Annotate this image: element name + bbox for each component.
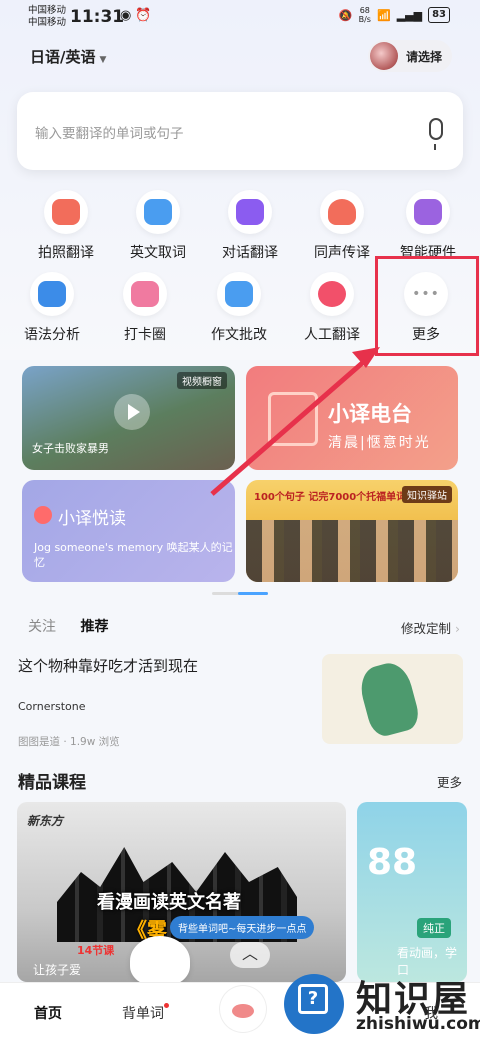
feature-simultaneous[interactable]: 同声传译 [296,190,388,262]
reading-card[interactable]: 小译悦读 Jog someone's memory 唤起某人的记忆 [22,480,235,582]
simultaneous-icon [320,190,364,234]
video-tag: 视频橱窗 [177,372,227,389]
feature-human-translate[interactable]: 人工翻译 [286,272,378,344]
promo-image [246,520,458,582]
signal-icon: ▂▄▆ [396,8,423,22]
feature-photo-translate[interactable]: 拍照翻译 [20,190,112,262]
course-pill: 纯正 [417,918,451,938]
alarm-icon: ⏰ [135,8,156,23]
flame-icon [34,506,52,524]
human-translate-icon [310,272,354,316]
microphone-icon[interactable] [429,118,443,150]
scroll-up-icon[interactable]: ︿ [230,942,270,968]
wifi-icon: 📶 [376,8,391,22]
course-card-2[interactable]: 88 纯正 看动画，学口 [357,802,467,982]
promo-card[interactable]: 100个句子 记完7000个托福单词 知识驿站 [246,480,458,582]
eye-icon: ◉ [120,8,136,23]
language-label: 日语/英语 [30,48,96,66]
user-selector[interactable]: 请选择 [367,40,452,72]
user-label: 请选择 [405,49,442,64]
feature-grammar[interactable]: 语法分析 [6,272,98,344]
courses-more-link[interactable]: 更多 [437,772,462,791]
feature-checkin[interactable]: 打卡圈 [99,272,191,344]
feature-dialog-translate[interactable]: 对话翻译 [204,190,296,262]
search-box[interactable]: 输入要翻译的单词或句子 [17,92,463,170]
nav-words[interactable]: 背单词 [122,1003,169,1023]
mascot-bubble-icon[interactable] [130,936,190,986]
radio-icon [268,392,318,446]
highlight-box [375,256,479,356]
carrier-info: 中国移动 中国移动 [28,5,67,28]
video-card[interactable]: 视频橱窗 女子击败家暴男 [22,366,235,470]
radio-title: 小译电台 [328,402,412,426]
radio-subtitle: 清晨|惬意时光 [328,435,431,451]
pen-device-icon [406,190,450,234]
reading-title: 小译悦读 [58,509,126,529]
avatar [369,42,398,70]
chevron-right-icon: › [455,621,460,636]
course-sub: 14节课 [77,944,115,957]
grammar-icon [30,272,74,316]
feature-word-pick[interactable]: 英文取词 [112,190,204,262]
course-caption: 让孩子爱 [33,963,82,977]
feature-essay[interactable]: 作文批改 [193,272,285,344]
promo-headline: 100个句子 记完7000个托福单词 [254,492,407,503]
nav-home[interactable]: 首页 [34,1003,62,1023]
reading-text: Jog someone's memory 唤起某人的记忆 [34,541,233,569]
status-bar: 中国移动 中国移动 11:31 ◉⏰ 🔕 68 B/s 📶 ▂▄▆ 83 [0,0,480,34]
dinosaur-illustration [355,658,423,740]
watermark-en: zhishiwu.com [356,1014,480,1034]
watermark: ? 知识屋 zhishiwu.com [270,968,480,1040]
course-art: 88 [367,842,418,883]
carousel-indicator [212,592,268,595]
article-meta: 图图是道 · 1.9w 浏览 [18,736,120,748]
battery-level: 83 [428,7,450,23]
feature-smart-hardware[interactable]: 智能硬件 [382,190,474,262]
checkin-icon [123,272,167,316]
language-selector[interactable]: 日语/英语 ▼ [30,46,106,67]
net-speed: 68 B/s [358,6,371,24]
feed-tabs: 关注 推荐 [28,616,128,636]
play-icon[interactable] [114,394,150,430]
course-title: 看漫画读英文名著 [97,892,241,913]
tab-follow[interactable]: 关注 [28,619,56,635]
customize-link[interactable]: 修改定制 › [401,618,460,637]
radio-card[interactable]: 小译电台 清晨|惬意时光 [246,366,458,470]
caret-down-icon: ▼ [99,55,107,65]
article-thumbnail[interactable] [322,654,463,744]
add-word-icon [136,190,180,234]
reminder-bubble[interactable]: 背些单词吧~每天进步一点点 [170,916,315,939]
status-icons: ◉⏰ [120,8,156,23]
mascot-icon[interactable] [220,986,266,1032]
chat-icon [228,190,272,234]
status-right: 🔕 68 B/s 📶 ▂▄▆ 83 [339,6,450,24]
mute-icon: 🔕 [338,8,353,22]
article-source: Cornerstone [18,700,86,713]
brand-logo: 新东方 [27,814,64,828]
promo-tag: 知识驿站 [402,486,452,503]
notification-dot [164,1003,169,1008]
clock: 11:31 [70,7,125,27]
section-title: 精品课程 [18,773,86,793]
article-title[interactable]: 这个物种靠好吃才活到现在 [18,655,198,676]
question-icon: ? [298,984,328,1014]
tab-recommend[interactable]: 推荐 [80,619,108,635]
video-caption: 女子击败家暴男 [32,442,109,455]
search-placeholder: 输入要翻译的单词或句子 [35,126,184,142]
essay-icon [217,272,261,316]
camera-icon [44,190,88,234]
